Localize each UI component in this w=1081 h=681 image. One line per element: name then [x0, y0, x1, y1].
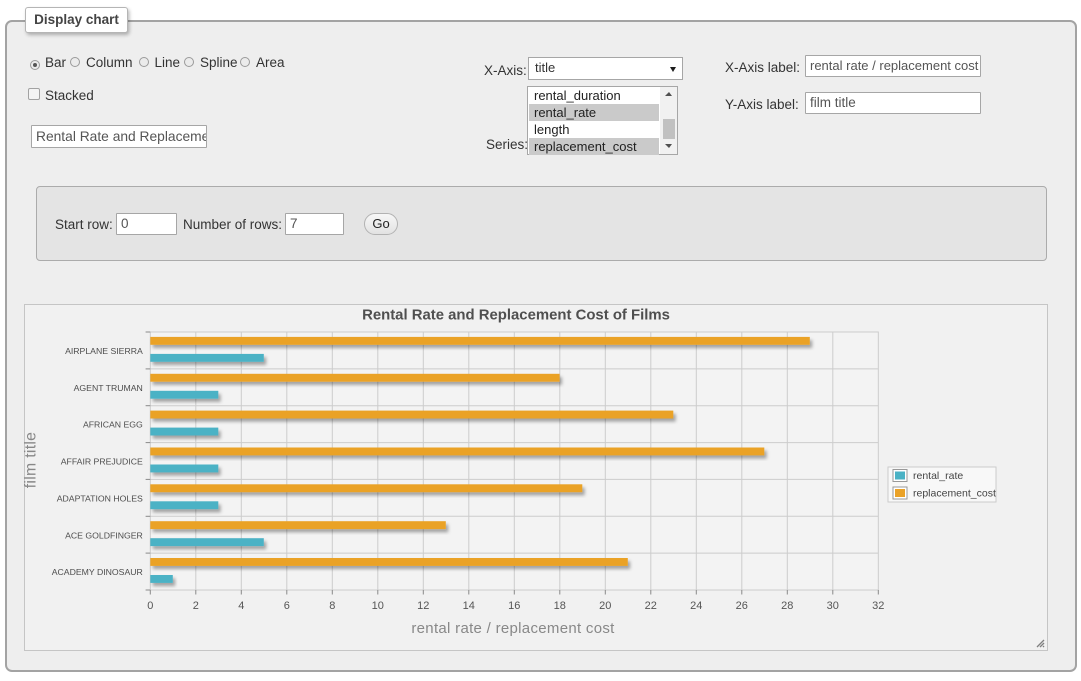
- svg-text:30: 30: [827, 600, 839, 612]
- svg-text:AFRICAN EGG: AFRICAN EGG: [83, 420, 143, 430]
- svg-text:18: 18: [554, 600, 566, 612]
- svg-text:ACE GOLDFINGER: ACE GOLDFINGER: [65, 530, 143, 540]
- svg-text:rental rate / replacement cost: rental rate / replacement cost: [411, 620, 615, 637]
- svg-text:10: 10: [372, 600, 384, 612]
- svg-text:film title: film title: [24, 432, 40, 489]
- svg-text:26: 26: [736, 600, 748, 612]
- svg-text:AGENT TRUMAN: AGENT TRUMAN: [74, 383, 143, 393]
- svg-text:rental_rate: rental_rate: [913, 470, 963, 482]
- svg-text:AFFAIR PREJUDICE: AFFAIR PREJUDICE: [61, 457, 143, 467]
- svg-text:ADAPTATION HOLES: ADAPTATION HOLES: [57, 494, 143, 504]
- svg-text:28: 28: [781, 600, 793, 612]
- svg-text:14: 14: [463, 600, 475, 612]
- svg-text:2: 2: [193, 600, 199, 612]
- svg-text:AIRPLANE SIERRA: AIRPLANE SIERRA: [65, 346, 143, 356]
- svg-text:0: 0: [147, 600, 153, 612]
- svg-text:16: 16: [508, 600, 520, 612]
- svg-text:22: 22: [645, 600, 657, 612]
- svg-text:8: 8: [329, 600, 335, 612]
- svg-text:Rental Rate and Replacement Co: Rental Rate and Replacement Cost of Film…: [362, 308, 670, 324]
- svg-text:12: 12: [417, 600, 429, 612]
- svg-text:24: 24: [690, 600, 702, 612]
- svg-text:32: 32: [872, 600, 884, 612]
- svg-text:6: 6: [284, 600, 290, 612]
- svg-text:20: 20: [599, 600, 611, 612]
- svg-text:4: 4: [238, 600, 244, 612]
- svg-text:ACADEMY DINOSAUR: ACADEMY DINOSAUR: [52, 567, 143, 577]
- svg-text:replacement_cost: replacement_cost: [913, 488, 996, 500]
